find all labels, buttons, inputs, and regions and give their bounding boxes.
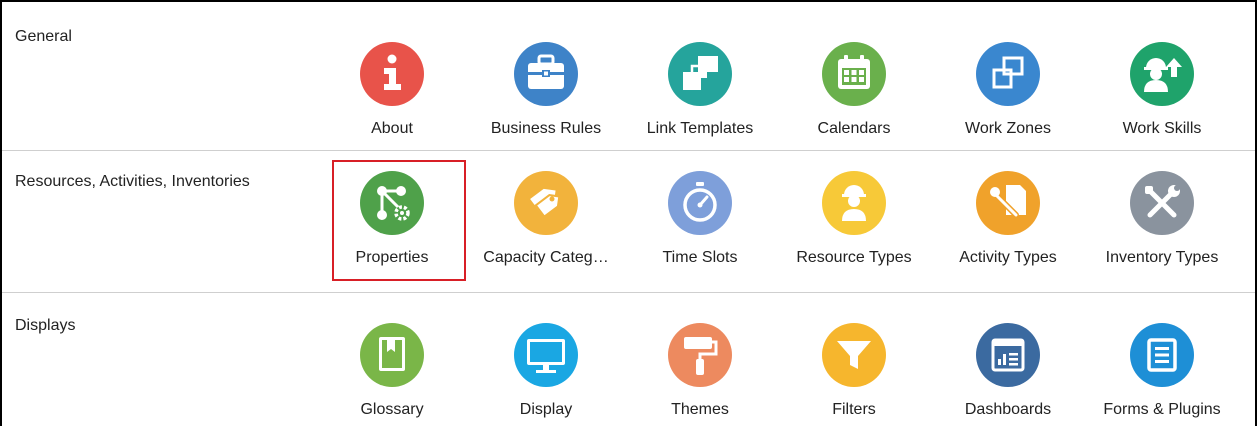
link-templates-icon xyxy=(668,42,732,106)
tile-resource-types[interactable]: Resource Types xyxy=(778,171,930,267)
tile-label: Business Rules xyxy=(490,120,602,137)
tile-calendars[interactable]: Calendars xyxy=(778,42,930,138)
tile-label: Forms & Plugins xyxy=(1103,401,1221,418)
tools-icon xyxy=(976,171,1040,235)
monitor-icon xyxy=(514,323,578,387)
stopwatch-icon xyxy=(668,171,732,235)
book-icon xyxy=(360,323,424,387)
tile-activity-types[interactable]: Activity Types xyxy=(932,171,1084,267)
selection-highlight xyxy=(332,160,466,281)
tile-label: Themes xyxy=(671,401,729,418)
tile-dashboards[interactable]: Dashboards xyxy=(932,323,1084,419)
work-zones-icon xyxy=(976,42,1040,106)
worker-upgrade-icon xyxy=(1130,42,1194,106)
tile-label: Activity Types xyxy=(959,249,1057,266)
section-title: Resources, Activities, Inventories xyxy=(15,173,250,190)
briefcase-icon xyxy=(514,42,578,106)
tile-filters[interactable]: Filters xyxy=(778,323,930,419)
tile-label: Work Skills xyxy=(1122,120,1202,137)
tile-about[interactable]: About xyxy=(316,42,468,138)
technician-icon xyxy=(822,171,886,235)
calendar-icon xyxy=(822,42,886,106)
tile-label: Glossary xyxy=(360,401,424,418)
dashboard-icon xyxy=(976,323,1040,387)
paint-roller-icon xyxy=(668,323,732,387)
tile-inventory-types[interactable]: Inventory Types xyxy=(1086,171,1238,267)
tile-display[interactable]: Display xyxy=(470,323,622,419)
tile-label: Display xyxy=(519,401,573,418)
tile-work-skills[interactable]: Work Skills xyxy=(1086,42,1238,138)
tile-label: Calendars xyxy=(817,120,891,137)
tile-link-templates[interactable]: Link Templates xyxy=(624,42,776,138)
tile-label: About xyxy=(371,120,413,137)
wrench-screwdriver-icon xyxy=(1130,171,1194,235)
tile-glossary[interactable]: Glossary xyxy=(316,323,468,419)
tags-icon xyxy=(514,171,578,235)
tile-time-slots[interactable]: Time Slots xyxy=(624,171,776,267)
tile-label: Work Zones xyxy=(965,120,1051,137)
tile-label: Inventory Types xyxy=(1105,249,1219,266)
section-displays: Displays Glossary Display Themes Filters… xyxy=(2,293,1255,426)
tile-label: Resource Types xyxy=(796,249,912,266)
tile-label: Link Templates xyxy=(646,120,754,137)
tile-themes[interactable]: Themes xyxy=(624,323,776,419)
tile-label: Filters xyxy=(832,401,876,418)
tile-label: Dashboards xyxy=(964,401,1052,418)
section-general: General About Business Rules Link Templa… xyxy=(2,2,1255,151)
tile-capacity-categories[interactable]: Capacity Categ… xyxy=(470,171,622,267)
section-resources-activities-inventories: Resources, Activities, Inventories Prope… xyxy=(2,151,1255,293)
funnel-icon xyxy=(822,323,886,387)
section-title: Displays xyxy=(15,317,76,334)
tile-work-zones[interactable]: Work Zones xyxy=(932,42,1084,138)
tile-label: Time Slots xyxy=(662,249,738,266)
section-title: General xyxy=(15,28,72,45)
form-icon xyxy=(1130,323,1194,387)
info-icon xyxy=(360,42,424,106)
tile-label: Capacity Categ… xyxy=(483,249,609,266)
tile-business-rules[interactable]: Business Rules xyxy=(470,42,622,138)
tile-forms-plugins[interactable]: Forms & Plugins xyxy=(1086,323,1238,419)
